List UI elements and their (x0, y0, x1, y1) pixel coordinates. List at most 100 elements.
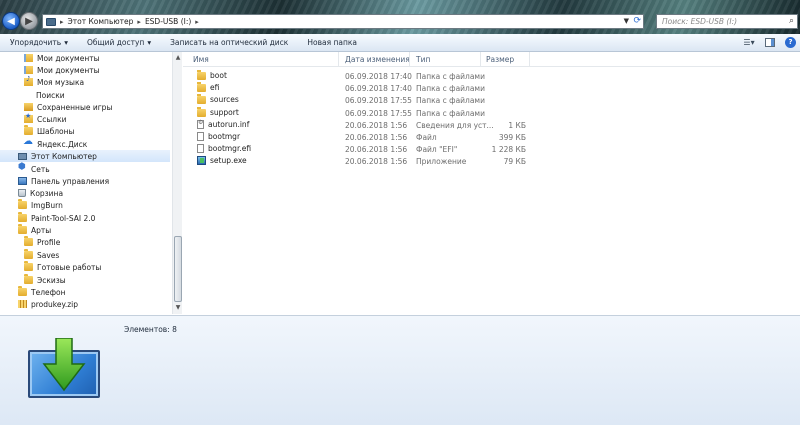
sidebar-item-label: ImgBurn (31, 200, 63, 210)
links-folder-icon (24, 112, 33, 123)
column-header-size[interactable]: Размер (486, 55, 514, 64)
sidebar-item-saved-games[interactable]: Сохраненные игры (24, 101, 112, 113)
table-row[interactable]: support 06.09.2018 17:55 Папка с файлами (189, 106, 789, 120)
file-type: Папка с файлами (416, 84, 485, 93)
file-type: Файл "EFI" (416, 145, 458, 154)
folder-icon (18, 286, 27, 296)
sidebar-item-searches[interactable]: Поиски (24, 89, 65, 101)
sidebar-item-label: Ссылки (37, 114, 67, 124)
burn-button[interactable]: Записать на оптический диск (170, 38, 288, 47)
music-folder-icon (24, 75, 33, 86)
sidebar-item-label: Мои документы (37, 53, 100, 63)
file-name: sources (210, 95, 239, 104)
arrow-left-icon: ◀ (7, 15, 15, 27)
share-button[interactable]: Общий доступ ▾ (87, 38, 151, 47)
recycle-bin-icon (18, 189, 26, 197)
sidebar-item-label: Готовые работы (37, 262, 102, 272)
address-bar[interactable]: ▸ Этот Компьютер ▸ ESD-USB (I:) ▸ ▼ ⟳ (42, 14, 644, 29)
sidebar-item-label: Поиски (36, 90, 65, 100)
column-divider[interactable] (480, 52, 481, 66)
search-input[interactable] (662, 17, 777, 26)
breadcrumb-computer[interactable]: Этот Компьютер (68, 17, 134, 26)
navigation-pane: Мои документы Мои документы Моя музыка П… (0, 52, 182, 314)
file-type: Файл (416, 133, 437, 142)
file-date: 06.09.2018 17:40 (345, 84, 412, 93)
file-type: Папка с файлами (416, 72, 485, 81)
sidebar-item-paint-tool-sai[interactable]: Paint-Tool-SAI 2.0 (18, 212, 95, 224)
sidebar-item-this-computer[interactable]: Этот Компьютер (0, 150, 170, 162)
scroll-up-icon[interactable]: ▲ (174, 53, 182, 63)
zip-icon (18, 300, 27, 308)
column-header-type[interactable]: Тип (416, 55, 430, 64)
sidebar-item-finished-works[interactable]: Готовые работы (24, 261, 101, 273)
scroll-down-icon[interactable]: ▼ (174, 303, 182, 313)
table-row[interactable]: boot 06.09.2018 17:40 Папка с файлами (189, 69, 789, 83)
breadcrumb-drive[interactable]: ESD-USB (I:) (145, 17, 191, 26)
help-icon[interactable]: ? (785, 36, 796, 48)
docs-folder-icon (24, 66, 33, 74)
folder-icon (18, 212, 27, 222)
organize-label: Упорядочить (10, 38, 62, 47)
file-name: efi (210, 83, 220, 92)
nav-scrollbar[interactable]: ▲ ▼ (172, 52, 182, 314)
settings-file-icon (197, 119, 204, 129)
sidebar-item-produkey-zip[interactable]: produkey.zip (18, 298, 78, 310)
column-divider[interactable] (529, 52, 530, 66)
download-arrow-icon (42, 338, 86, 392)
file-name: autorun.inf (208, 120, 250, 129)
chevron-right-icon[interactable]: ▸ (195, 18, 199, 26)
table-row[interactable]: sources 06.09.2018 17:55 Папка с файлами (189, 93, 789, 107)
sidebar-item-yandex-disk[interactable]: Яндекс.Диск (23, 136, 87, 150)
sidebar-item-phone[interactable]: Телефон (18, 286, 66, 298)
sidebar-item-profile[interactable]: Profile (24, 236, 60, 248)
sidebar-item-label: Этот Компьютер (31, 151, 97, 161)
file-date: 20.06.2018 1:56 (345, 157, 408, 166)
chevron-right-icon[interactable]: ▸ (137, 18, 141, 26)
table-row[interactable]: bootmgr 20.06.2018 1:56 Файл 399 КБ (189, 132, 789, 144)
refresh-icon[interactable]: ⟳ (633, 16, 641, 26)
table-row[interactable]: autorun.inf 20.06.2018 1:56 Сведения для… (189, 119, 789, 132)
chevron-down-icon: ▾ (147, 38, 152, 47)
sidebar-item-sketches[interactable]: Эскизы (24, 274, 66, 286)
table-row[interactable]: efi 06.09.2018 17:40 Папка с файлами (189, 81, 789, 95)
organize-button[interactable]: Упорядочить ▾ (10, 38, 68, 47)
file-list: Имя Дата изменения Тип Размер boot 06.09… (183, 52, 800, 314)
column-header-date[interactable]: Дата изменения (345, 55, 410, 64)
table-row[interactable]: setup.exe 20.06.2018 1:56 Приложение 79 … (189, 156, 789, 168)
burn-label: Записать на оптический диск (170, 38, 289, 47)
search-icon[interactable]: ⌕ (789, 16, 794, 26)
sidebar-item-imgburn[interactable]: ImgBurn (18, 199, 63, 211)
back-button[interactable]: ◀ (2, 12, 20, 30)
view-options-icon[interactable]: ☰▾ (743, 36, 755, 48)
sidebar-item-my-documents-2[interactable]: Мои документы (24, 64, 100, 76)
new-folder-button[interactable]: Новая папка (307, 38, 357, 47)
file-type: Папка с файлами (416, 96, 485, 105)
sidebar-item-label: Эскизы (37, 275, 66, 285)
sidebar-item-saves[interactable]: Saves (24, 249, 59, 261)
forward-button[interactable]: ▶ (20, 12, 38, 30)
file-date: 06.09.2018 17:55 (345, 109, 412, 118)
sidebar-item-my-documents[interactable]: Мои документы (24, 52, 100, 64)
search-box[interactable]: ⌕ (656, 14, 798, 29)
table-row[interactable]: bootmgr.efi 20.06.2018 1:56 Файл "EFI" 1… (189, 144, 789, 156)
folder-icon (18, 199, 27, 209)
folder-icon (24, 249, 33, 259)
preview-pane-icon[interactable] (765, 37, 775, 47)
sidebar-item-arts[interactable]: Арты (18, 224, 51, 236)
column-header-name[interactable]: Имя (193, 55, 209, 64)
file-size: 399 КБ (498, 133, 526, 142)
games-folder-icon (24, 103, 33, 111)
folder-icon (197, 93, 206, 104)
file-type: Приложение (416, 157, 467, 166)
column-divider[interactable] (409, 52, 410, 66)
sidebar-item-links[interactable]: Ссылки (24, 112, 67, 125)
scroll-thumb[interactable] (174, 236, 182, 302)
sidebar-item-network[interactable]: Сеть (18, 162, 50, 175)
sidebar-item-my-music[interactable]: Моя музыка (24, 75, 84, 88)
chevron-down-icon[interactable]: ▼ (624, 17, 629, 25)
column-divider[interactable] (338, 52, 339, 66)
sidebar-item-recycle-bin[interactable]: Корзина (18, 187, 63, 199)
file-type: Сведения для уст... (416, 121, 494, 130)
sidebar-item-control-panel[interactable]: Панель управления (18, 175, 109, 187)
chevron-right-icon[interactable]: ▸ (60, 18, 64, 26)
